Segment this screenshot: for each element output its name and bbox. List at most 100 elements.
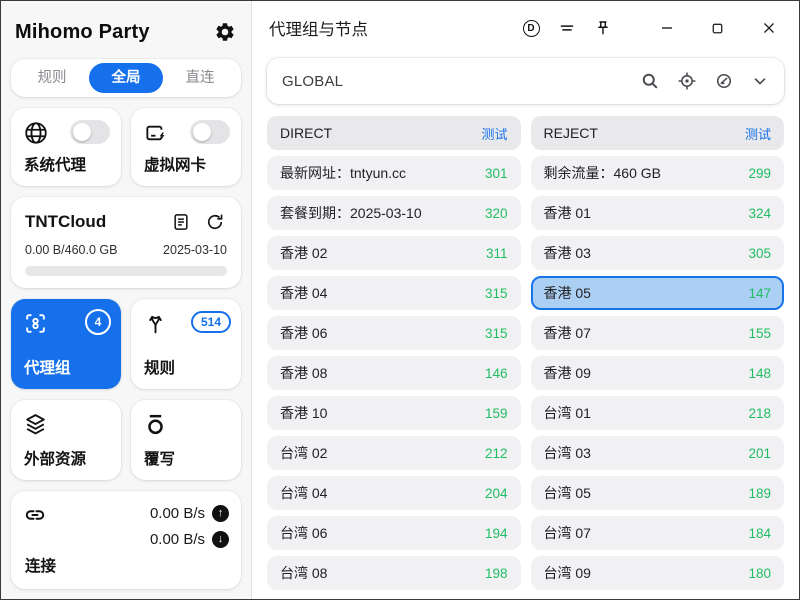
node-name: 香港 05	[544, 283, 591, 303]
tun-toggle[interactable]	[190, 120, 230, 144]
settings-button[interactable]	[213, 20, 237, 44]
node-name: 香港 01	[544, 203, 591, 223]
node-card[interactable]: 台湾 06194	[267, 516, 521, 550]
main-titlebar: 代理组与节点 D	[252, 1, 799, 55]
maximize-icon	[710, 21, 725, 36]
node-name: 香港 02	[280, 243, 327, 263]
node-latency: 320	[485, 206, 508, 221]
sidebar: Mihomo Party 规则 全局 直连	[1, 1, 252, 599]
node-latency: 198	[485, 566, 508, 581]
node-card[interactable]: 台湾 08198	[267, 556, 521, 590]
override-icon	[143, 412, 229, 437]
profile-card[interactable]: TNTCloud	[11, 197, 241, 288]
profile-name: TNTCloud	[25, 212, 159, 232]
node-latency: 305	[748, 246, 771, 261]
node-card[interactable]: 香港 06315	[267, 316, 521, 350]
proxy-groups-label: 代理组	[24, 356, 71, 378]
group-name: GLOBAL	[282, 73, 640, 90]
node-name: DIRECT	[280, 125, 332, 141]
sidebar-item-external-resources[interactable]: 外部资源	[11, 400, 121, 480]
node-card[interactable]: 最新网址：tntyun.cc301	[267, 156, 521, 190]
sidebar-item-proxy-groups[interactable]: 4 代理组	[11, 299, 121, 389]
node-card[interactable]: 香港 02 311	[267, 236, 521, 270]
system-proxy-label: 系统代理	[24, 153, 86, 175]
node-card[interactable]: 台湾 03201	[531, 436, 785, 470]
locate-current-node-icon[interactable]	[677, 71, 697, 91]
node-latency: 180	[748, 566, 771, 581]
node-latency: 159	[485, 406, 508, 421]
app-window: Mihomo Party 规则 全局 直连	[0, 0, 800, 600]
node-latency: 311	[486, 246, 508, 261]
pin-icon	[594, 19, 612, 37]
group-header-global[interactable]: GLOBAL	[267, 58, 784, 104]
system-proxy-toggle[interactable]	[70, 120, 110, 144]
minimize-icon	[659, 20, 675, 36]
node-card[interactable]: 香港 04315	[267, 276, 521, 310]
tab-global-mode[interactable]: 全局	[89, 63, 163, 93]
node-name: 香港 09	[544, 363, 591, 383]
external-resources-label: 外部资源	[24, 447, 86, 469]
speed-test-icon[interactable]	[714, 71, 734, 91]
profile-refresh-button[interactable]	[203, 210, 227, 234]
node-card[interactable]: DIRECT 测试	[267, 116, 521, 150]
node-latency: 148	[748, 366, 771, 381]
proxy-groups-count-badge: 4	[85, 309, 111, 335]
profile-usage-progressbar	[25, 266, 227, 276]
sidebar-item-override[interactable]: 覆写	[131, 400, 241, 480]
tab-direct-mode[interactable]: 直连	[163, 63, 237, 93]
node-test-button[interactable]: 测试	[745, 124, 771, 143]
node-test-button[interactable]: 测试	[481, 124, 507, 143]
node-latency: 301	[485, 166, 508, 181]
pin-button[interactable]	[588, 13, 618, 43]
delay-sort-button[interactable]: D	[516, 13, 546, 43]
chevron-down-icon[interactable]	[751, 72, 769, 90]
layout-toggle-button[interactable]	[552, 13, 582, 43]
rules-label: 规则	[144, 356, 175, 378]
node-card[interactable]: 香港 07155	[531, 316, 785, 350]
node-card[interactable]: REJECT测试	[531, 116, 785, 150]
download-arrow-icon: ↓	[212, 531, 229, 548]
sidebar-header: Mihomo Party	[11, 11, 241, 49]
node-name: 香港 04	[280, 283, 327, 303]
page-title: 代理组与节点	[269, 16, 516, 40]
node-card[interactable]: 台湾 07184	[531, 516, 785, 550]
sidebar-item-rules[interactable]: 514 规则	[131, 299, 241, 389]
node-card[interactable]: 香港 10 159	[267, 396, 521, 430]
download-speed: 0.00 B/s	[150, 531, 205, 548]
tab-rule-mode[interactable]: 规则	[15, 63, 89, 93]
sidebar-item-connections[interactable]: 0.00 B/s ↑ 0.00 B/s ↓ 连接	[11, 491, 241, 589]
close-button[interactable]	[746, 12, 791, 44]
tun-card[interactable]: 虚拟网卡	[131, 108, 241, 186]
node-card[interactable]: 香港 01 324	[531, 196, 785, 230]
node-card[interactable]: 香港 03305	[531, 236, 785, 270]
node-card[interactable]: 香港 05147	[531, 276, 785, 310]
gear-icon	[214, 21, 236, 43]
system-proxy-card[interactable]: 系统代理	[11, 108, 121, 186]
node-card[interactable]: 台湾 01218	[531, 396, 785, 430]
node-latency: 324	[748, 206, 771, 221]
profile-list-button[interactable]	[169, 210, 193, 234]
lines-icon	[558, 19, 576, 37]
node-latency: 146	[485, 366, 508, 381]
node-card[interactable]: 剩余流量：460 GB299	[531, 156, 785, 190]
search-icon[interactable]	[640, 71, 660, 91]
node-name: 香港 10	[280, 403, 327, 423]
maximize-button[interactable]	[695, 12, 740, 44]
node-name: 香港 08	[280, 363, 327, 383]
refresh-icon	[205, 212, 225, 232]
node-card[interactable]: 台湾 05189	[531, 476, 785, 510]
close-icon	[761, 20, 777, 36]
minimize-button[interactable]	[644, 12, 689, 44]
node-card[interactable]: 台湾 02212	[267, 436, 521, 470]
node-name: 香港 07	[544, 323, 591, 343]
node-name: 台湾 01	[544, 403, 591, 423]
node-card[interactable]: 香港 08 146	[267, 356, 521, 390]
node-card[interactable]: 台湾 09180	[531, 556, 785, 590]
node-name: 香港 06	[280, 323, 327, 343]
node-card[interactable]: 套餐到期：2025-03-10320	[267, 196, 521, 230]
node-name: 剩余流量：460 GB	[544, 163, 661, 183]
node-card[interactable]: 香港 09 148	[531, 356, 785, 390]
node-name: 台湾 06	[280, 523, 327, 543]
tun-label: 虚拟网卡	[144, 153, 206, 175]
node-card[interactable]: 台湾 04204	[267, 476, 521, 510]
